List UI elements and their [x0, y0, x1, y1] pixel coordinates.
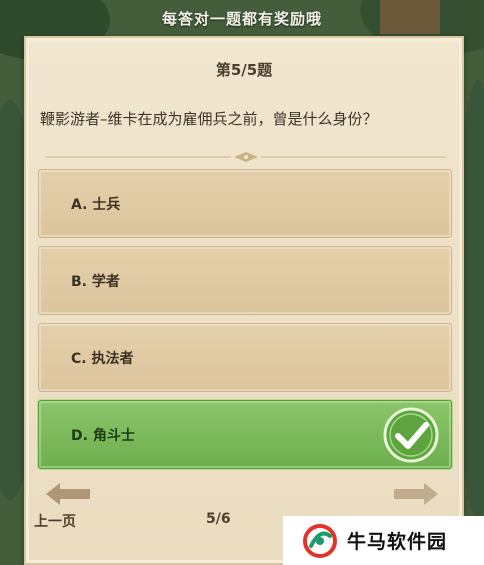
option-a-label: A. 士兵	[71, 197, 121, 213]
reward-banner: 每答对一题都有奖励哦	[0, 0, 484, 36]
option-a[interactable]: A. 士兵	[38, 169, 452, 238]
watermark-text: 牛马软件园	[347, 531, 448, 553]
site-watermark: 牛马软件园	[283, 516, 484, 565]
banner-text: 每答对一题都有奖励哦	[161, 9, 322, 28]
next-arrow-icon[interactable]	[392, 480, 440, 508]
option-c[interactable]: C. 执法者	[38, 323, 452, 392]
question-text: 鞭影游者–维卡在成为雇佣兵之前，曾是什么身份？	[40, 110, 378, 128]
ornament-divider	[46, 152, 446, 162]
prev-page-button[interactable]: 上一页	[34, 511, 76, 531]
option-b[interactable]: B. 学者	[38, 246, 452, 315]
option-c-label: C. 执法者	[71, 351, 134, 367]
option-b-label: B. 学者	[71, 274, 120, 290]
quiz-panel: 第5/5题 鞭影游者–维卡在成为雇佣兵之前，曾是什么身份？ A. 士兵 B. 学…	[24, 36, 464, 565]
option-d-label: D. 角斗士	[71, 428, 135, 444]
prev-arrow-icon[interactable]	[44, 480, 92, 508]
question-counter: 第5/5题	[215, 61, 273, 79]
watermark-logo-icon	[303, 523, 337, 558]
correct-check-icon	[383, 407, 439, 463]
option-d[interactable]: D. 角斗士	[38, 400, 452, 469]
page-indicator: 5/6	[206, 511, 231, 527]
